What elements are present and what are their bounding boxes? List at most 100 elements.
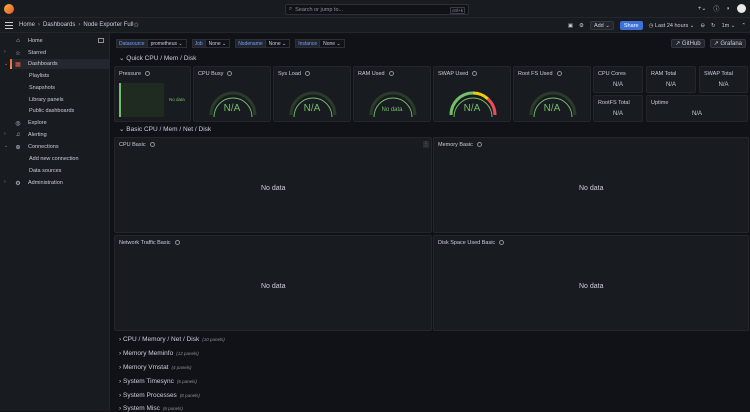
panel-title-text: Pressure <box>119 71 142 77</box>
sidebar-item-label: Dashboards <box>28 61 58 67</box>
panel-title-text: CPU Busy <box>198 71 224 77</box>
panel-title-text: Disk Space Used Basic <box>438 240 496 246</box>
star-icon: ☆ <box>15 50 21 57</box>
sidebar-item-public-dashboards[interactable]: Public dashboards <box>29 106 74 116</box>
panel-ram-total[interactable]: RAM Total N/A <box>646 66 696 93</box>
panel-swap-total[interactable]: SWAP Total N/A <box>699 66 748 93</box>
panel-title: Pressure <box>119 71 151 77</box>
news-icon[interactable]: ◗ <box>726 6 730 12</box>
sidebar-item-add-connection[interactable]: Add new connection <box>29 154 79 164</box>
breadcrumb-home[interactable]: Home <box>19 22 35 28</box>
panel-menu-icon[interactable]: ⋮ <box>423 141 429 148</box>
chevron-right-icon[interactable]: › <box>4 131 6 137</box>
variable-job[interactable]: Job None ⌄ <box>191 39 231 48</box>
variable-label: Job <box>191 39 206 48</box>
breadcrumb-dashboards[interactable]: Dashboards <box>43 22 75 28</box>
panel-swap-used[interactable]: SWAP Used N/A <box>433 66 511 122</box>
sidebar-item-label: Connections <box>28 144 59 150</box>
variable-value[interactable]: None ⌄ <box>265 39 291 48</box>
compass-icon: ◎ <box>15 120 21 127</box>
panel-disk-basic[interactable]: Disk Space Used Basic No data <box>433 235 749 331</box>
search-shortcut: ctrl+k <box>450 7 465 14</box>
row-collapsed[interactable]: › System Processes (8 panels) <box>119 392 200 399</box>
chevron-right-icon[interactable]: › <box>4 49 6 55</box>
panel-pressure[interactable]: Pressure No data <box>114 66 191 122</box>
gauge-value: N/A <box>223 103 241 114</box>
time-picker[interactable]: ◷ Last 24 hours ⌄ <box>649 23 695 29</box>
panel-rootfs-total[interactable]: RootFS Total N/A <box>593 95 643 122</box>
sidebar-item-playlists[interactable]: Playlists <box>29 71 49 81</box>
sidebar-item-explore[interactable]: ◎ Explore <box>14 118 109 128</box>
help-icon[interactable]: ⓘ <box>713 4 719 13</box>
sidebar-item-administration[interactable]: ⚙ Administration <box>14 178 109 188</box>
sidebar-item-dashboards[interactable]: ▦ Dashboards <box>10 59 109 69</box>
row-title: Memory Vmstat <box>122 364 169 371</box>
refresh-icon[interactable]: ↻ <box>711 23 716 29</box>
star-icon[interactable]: ☆ <box>133 21 139 29</box>
external-link-icon: ↗ <box>713 41 719 47</box>
variable-instance[interactable]: Instance None ⌄ <box>295 39 345 48</box>
sidebar-item-alerting[interactable]: ♫ Alerting <box>14 130 109 140</box>
variables-bar: Datasource prometheus ⌄ Job None ⌄ Nodenam… <box>116 39 345 48</box>
breadcrumb-sep-icon: › <box>38 22 41 28</box>
dashboard-main: Datasource prometheus ⌄ Job None ⌄ Nodenam… <box>111 33 750 412</box>
row-quick[interactable]: ⌄ Quick CPU / Mem / Disk <box>119 54 196 62</box>
panel-ram-used[interactable]: RAM Used No data <box>353 66 431 122</box>
panel-cpu-busy[interactable]: CPU Busy N/A <box>193 66 271 122</box>
variable-value[interactable]: None ⌄ <box>320 39 345 48</box>
row-title: System Timesync <box>122 378 174 385</box>
row-collapsed[interactable]: › Memory Meminfo (12 panels) <box>119 350 199 357</box>
row-basic[interactable]: ⌄ Basic CPU / Mem / Net / Disk <box>119 125 211 133</box>
home-icon: ⌂ <box>16 38 20 44</box>
panel-title: Uptime <box>651 100 669 106</box>
save-icon[interactable]: ▣ <box>568 23 573 29</box>
chevron-down-icon[interactable]: ⌄ <box>4 143 8 149</box>
no-data-label: No data <box>261 185 286 192</box>
info-icon <box>476 142 482 147</box>
variable-value[interactable]: None ⌄ <box>205 39 231 48</box>
share-button[interactable]: Share <box>619 21 643 30</box>
sidebar-item-connections[interactable]: ⊛ Connections <box>14 142 109 152</box>
row-panel-count: (4 panels) <box>171 365 192 370</box>
panel-cpu-basic[interactable]: CPU Basic ⋮ No data <box>114 137 432 233</box>
add-button[interactable]: Add ⌄ <box>589 21 614 30</box>
panel-uptime[interactable]: Uptime N/A <box>646 95 748 122</box>
info-icon <box>472 71 478 76</box>
chevron-right-icon[interactable]: › <box>4 179 6 185</box>
sidebar-item-home[interactable]: ⌂ Home <box>14 36 109 46</box>
sidebar-item-starred[interactable]: ☆ Starred <box>14 48 109 58</box>
zoom-out-icon[interactable]: ⊖ <box>700 23 705 29</box>
settings-gear-icon[interactable]: ⚙ <box>579 23 584 29</box>
github-link[interactable]: ↗ GitHub <box>671 39 705 48</box>
panel-cpu-cores[interactable]: CPU Cores N/A <box>593 66 643 93</box>
avatar[interactable] <box>737 4 746 13</box>
search-input[interactable]: ⌕ Search or jump to... ctrl+k <box>285 4 469 15</box>
search-icon: ⌕ <box>289 6 293 12</box>
panel-title: RAM Used <box>358 71 394 77</box>
panel-title-text: SWAP Used <box>438 71 469 77</box>
row-collapsed[interactable]: › Memory Vmstat (4 panels) <box>119 364 192 371</box>
row-panel-count: (10 panels) <box>202 337 225 342</box>
plus-icon[interactable]: +⌄ <box>698 5 707 12</box>
variable-value-text: None <box>268 40 281 47</box>
menu-icon[interactable] <box>5 22 13 29</box>
chevron-down-icon[interactable]: ⌄ <box>4 61 8 67</box>
refresh-interval[interactable]: 1m ⌄ <box>722 23 736 29</box>
panel-network-basic[interactable]: Network Traffic Basic No data <box>114 235 432 331</box>
no-data-label: No data <box>169 97 185 102</box>
variable-datasource[interactable]: Datasource prometheus ⌄ <box>116 39 187 48</box>
grafana-logo-icon[interactable] <box>4 4 14 14</box>
collapse-icon[interactable]: ⌃ <box>741 23 746 29</box>
row-collapsed[interactable]: › CPU / Memory / Net / Disk (10 panels) <box>119 336 225 343</box>
sidebar-item-snapshots[interactable]: Snapshots <box>29 83 55 93</box>
panel-sys-load[interactable]: Sys Load N/A <box>273 66 351 122</box>
panel-rootfs-used[interactable]: Root FS Used N/A <box>513 66 591 122</box>
sidebar-item-data-sources[interactable]: Data sources <box>29 166 61 176</box>
sidebar-item-library-panels[interactable]: Library panels <box>29 95 64 105</box>
panel-memory-basic[interactable]: Memory Basic No data <box>433 137 749 233</box>
variable-value[interactable]: prometheus ⌄ <box>147 39 187 48</box>
row-collapsed[interactable]: › System Timesync (6 panels) <box>119 378 197 385</box>
row-title: Quick CPU / Mem / Disk <box>126 55 197 62</box>
variable-nodename[interactable]: Nodename None ⌄ <box>235 39 291 48</box>
grafana-link[interactable]: ↗ Grafana <box>709 39 746 48</box>
